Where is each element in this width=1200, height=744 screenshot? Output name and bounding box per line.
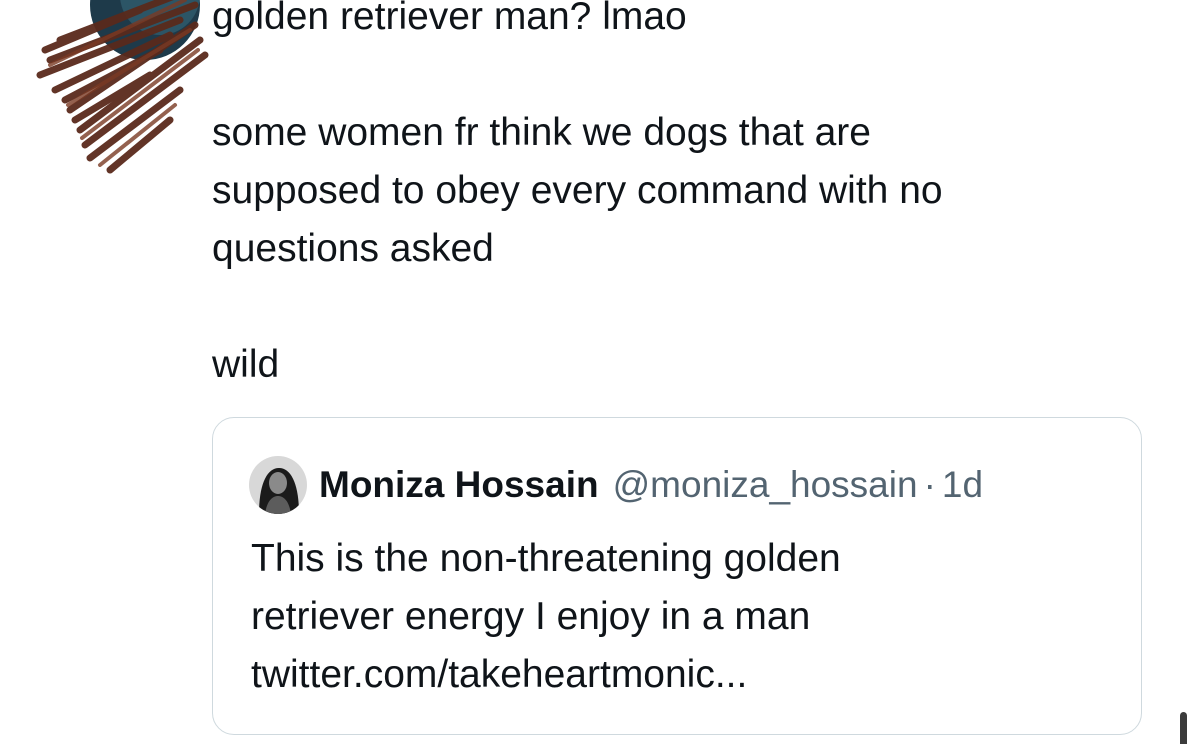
quoted-tweet-card[interactable]: Moniza Hossain @moniza_hossain · 1d This… bbox=[212, 417, 1142, 735]
quoted-tweet-header: Moniza Hossain @moniza_hossain · 1d bbox=[249, 456, 983, 514]
quoted-link[interactable]: twitter.com/takeheartmonic... bbox=[251, 646, 1111, 704]
scrollbar-thumb[interactable] bbox=[1180, 712, 1187, 744]
quoted-author-name[interactable]: Moniza Hossain bbox=[319, 464, 599, 506]
tweet-line: questions asked bbox=[212, 227, 494, 270]
tweet-line: supposed to obey every command with no bbox=[212, 169, 943, 212]
quoted-tweet-text: This is the non-threatening golden retri… bbox=[251, 530, 1111, 704]
tweet-text: golden retriever man? lmao some women fr… bbox=[212, 0, 1152, 394]
redacted-avatar-icon bbox=[20, 0, 220, 190]
quoted-timestamp[interactable]: 1d bbox=[942, 464, 983, 506]
quoted-line: This is the non-threatening golden bbox=[251, 537, 841, 580]
tweet-line: wild bbox=[212, 343, 280, 386]
header-separator: · bbox=[923, 464, 936, 505]
tweet-line: golden retriever man? lmao bbox=[212, 0, 687, 38]
quoted-author-handle[interactable]: @moniza_hossain bbox=[613, 464, 918, 506]
quoted-author-avatar[interactable] bbox=[249, 456, 307, 514]
tweet-screenshot: golden retriever man? lmao some women fr… bbox=[0, 0, 1200, 744]
quoted-line: retriever energy I enjoy in a man bbox=[251, 595, 811, 638]
tweet-line: some women fr think we dogs that are bbox=[212, 111, 871, 154]
